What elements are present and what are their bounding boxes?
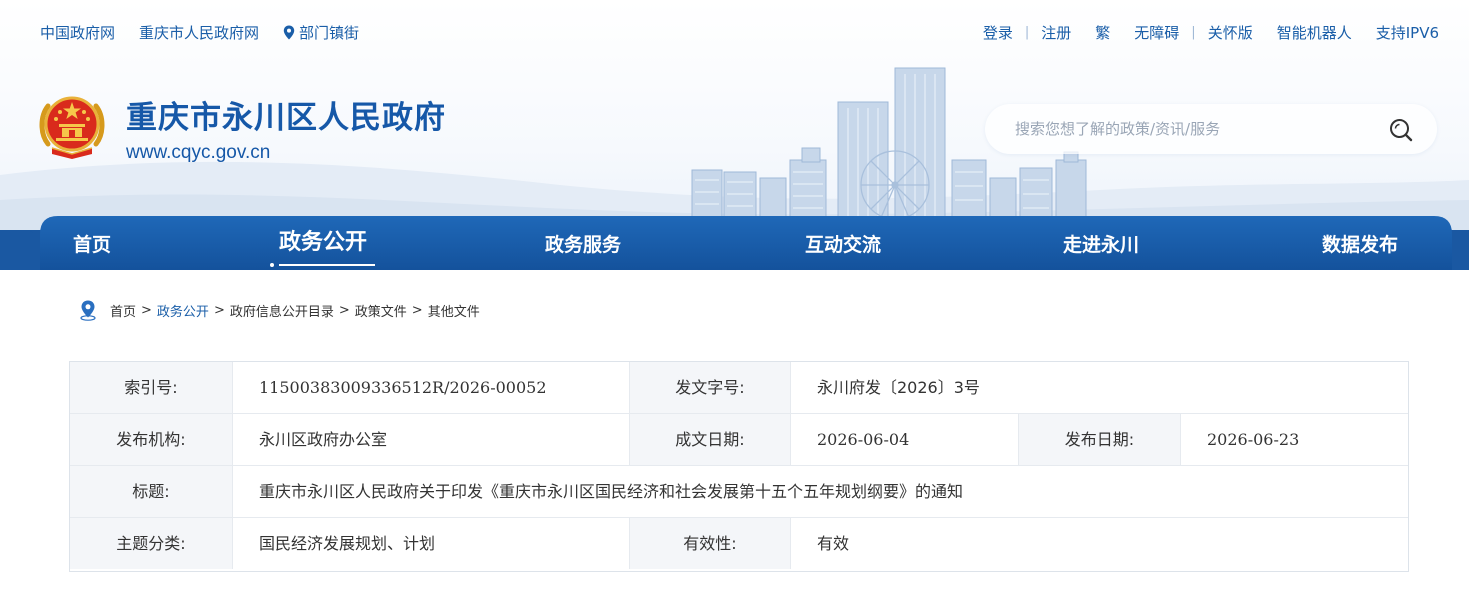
nav-active-underline bbox=[279, 264, 375, 266]
nav-home[interactable]: 首页 bbox=[73, 230, 111, 258]
validity-label: 有效性: bbox=[630, 518, 790, 569]
breadcrumb-other-docs[interactable]: 其他文件 bbox=[428, 301, 480, 320]
link-gov-cn[interactable]: 中国政府网 bbox=[40, 22, 115, 43]
search-box bbox=[985, 104, 1437, 154]
link-departments[interactable]: 部门镇街 bbox=[283, 22, 359, 43]
breadcrumb-separator: > bbox=[141, 302, 152, 318]
location-pin-icon bbox=[80, 300, 96, 321]
top-links-left: 中国政府网 重庆市人民政府网 部门镇街 bbox=[40, 22, 383, 43]
breadcrumb-gov-affairs-open[interactable]: 政务公开 bbox=[157, 301, 209, 320]
divider: | bbox=[1191, 25, 1196, 40]
index-label: 索引号: bbox=[70, 362, 232, 413]
title-value: 重庆市永川区人民政府关于印发《重庆市永川区国民经济和社会发展第十五个五年规划纲要… bbox=[259, 482, 964, 501]
publisher-value: 永川区政府办公室 bbox=[259, 430, 388, 449]
created-date-label: 成文日期: bbox=[630, 414, 790, 465]
published-date-label: 发布日期: bbox=[1019, 414, 1180, 465]
created-date-value: 2026-06-04 bbox=[817, 430, 910, 449]
breadcrumb-info-catalog[interactable]: 政府信息公开目录 bbox=[230, 301, 334, 320]
site-title[interactable]: 重庆市永川区人民政府 bbox=[126, 92, 446, 137]
nav-interaction[interactable]: 互动交流 bbox=[805, 230, 881, 258]
site-url: www.cqyc.gov.cn bbox=[126, 142, 271, 163]
doc-number-value: 永川府发〔2026〕3号 bbox=[817, 378, 980, 397]
login-link[interactable]: 登录 bbox=[983, 22, 1013, 43]
top-links-right: 登录 | 注册 繁 无障碍 | 关怀版 智能机器人 支持IPV6 bbox=[983, 22, 1439, 43]
validity-value: 有效 bbox=[817, 534, 850, 553]
traditional-chinese-link[interactable]: 繁 bbox=[1095, 22, 1110, 43]
info-row: 标题: 重庆市永川区人民政府关于印发《重庆市永川区国民经济和社会发展第十五个五年… bbox=[70, 466, 1408, 518]
register-link[interactable]: 注册 bbox=[1041, 22, 1071, 43]
link-label: 重庆市人民政府网 bbox=[139, 24, 260, 42]
breadcrumb-home[interactable]: 首页 bbox=[110, 301, 136, 320]
search-input[interactable] bbox=[1015, 116, 1375, 142]
nav-gov-services[interactable]: 政务服务 bbox=[545, 230, 621, 258]
nav-active-dot bbox=[270, 263, 274, 267]
breadcrumb-separator: > bbox=[411, 302, 423, 318]
link-cq-gov[interactable]: 重庆市人民政府网 bbox=[139, 22, 259, 43]
divider: | bbox=[1024, 25, 1030, 40]
search-icon[interactable] bbox=[1387, 116, 1415, 144]
link-label: 部门镇街 bbox=[299, 24, 360, 42]
index-value: 11500383009336512R/2026-00052 bbox=[259, 378, 547, 397]
topic-value: 国民经济发展规划、计划 bbox=[259, 534, 436, 553]
national-emblem-icon bbox=[39, 96, 105, 159]
link-label: 中国政府网 bbox=[40, 24, 116, 42]
topic-label: 主题分类: bbox=[70, 518, 232, 569]
doc-number-label: 发文字号: bbox=[630, 362, 790, 413]
info-row: 主题分类: 国民经济发展规划、计划 有效性: 有效 bbox=[70, 518, 1408, 570]
nav-background bbox=[0, 216, 1469, 270]
nav-data-release[interactable]: 数据发布 bbox=[1322, 230, 1398, 258]
publisher-label: 发布机构: bbox=[70, 414, 232, 465]
document-info-table: 索引号: 11500383009336512R/2026-00052 发文字号:… bbox=[69, 361, 1409, 572]
ipv6-link[interactable]: 支持IPV6 bbox=[1376, 22, 1439, 43]
info-row: 发布机构: 永川区政府办公室 成文日期: 2026-06-04 发布日期: 20… bbox=[70, 414, 1408, 466]
main-nav: 首页 政务公开 政务服务 互动交流 走进永川 数据发布 bbox=[0, 216, 1469, 270]
nav-about-yongchuan[interactable]: 走进永川 bbox=[1063, 230, 1139, 258]
published-date-value: 2026-06-23 bbox=[1207, 430, 1300, 449]
breadcrumb-separator: > bbox=[213, 302, 225, 318]
location-pin-icon bbox=[283, 25, 295, 40]
title-label: 标题: bbox=[70, 466, 232, 517]
accessibility-link[interactable]: 无障碍 bbox=[1134, 22, 1179, 43]
breadcrumb-policy-docs[interactable]: 政策文件 bbox=[355, 301, 407, 320]
elderly-mode-link[interactable]: 关怀版 bbox=[1208, 22, 1253, 43]
breadcrumb: 首页 > 政务公开 > 政府信息公开目录 > 政策文件 > 其他文件 bbox=[78, 299, 480, 321]
nav-gov-affairs-open[interactable]: 政务公开 bbox=[279, 224, 367, 255]
breadcrumb-separator: > bbox=[338, 302, 350, 318]
smart-robot-link[interactable]: 智能机器人 bbox=[1277, 22, 1352, 43]
info-row: 索引号: 11500383009336512R/2026-00052 发文字号:… bbox=[70, 362, 1408, 414]
